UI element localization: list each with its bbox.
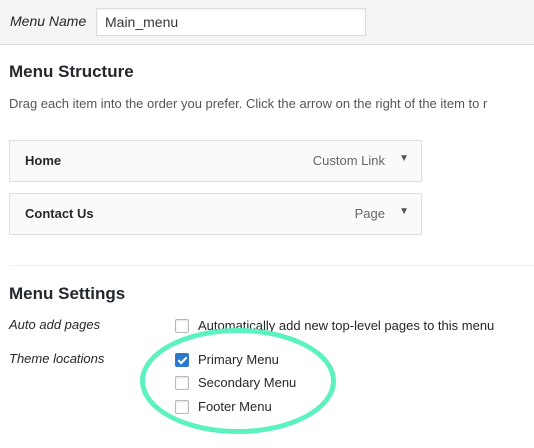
secondary-menu-label[interactable]: Secondary Menu bbox=[198, 375, 296, 390]
auto-add-pages-label: Auto add pages bbox=[9, 317, 101, 332]
auto-add-pages-checkbox[interactable] bbox=[175, 319, 189, 333]
primary-menu-checkbox[interactable] bbox=[175, 353, 189, 367]
menu-name-label: Menu Name bbox=[10, 13, 87, 29]
primary-menu-label[interactable]: Primary Menu bbox=[198, 352, 279, 367]
menu-item-title: Home bbox=[25, 153, 62, 168]
section-divider bbox=[9, 265, 534, 266]
menu-structure-instructions: Drag each item into the order you prefer… bbox=[9, 96, 488, 111]
menu-item-contact-us[interactable]: Contact Us Page ▼ bbox=[9, 193, 422, 235]
menu-item-type: Page bbox=[354, 206, 385, 221]
menu-name-bar: Menu Name bbox=[0, 0, 534, 45]
theme-locations-label: Theme locations bbox=[9, 351, 105, 366]
menu-item-home[interactable]: Home Custom Link ▼ bbox=[9, 140, 422, 182]
footer-menu-checkbox[interactable] bbox=[175, 400, 189, 414]
auto-add-pages-option-label[interactable]: Automatically add new top-level pages to… bbox=[198, 318, 494, 333]
menu-item-title: Contact Us bbox=[25, 206, 94, 221]
menu-item-type: Custom Link bbox=[312, 153, 385, 168]
menu-name-input[interactable] bbox=[96, 8, 366, 36]
triangle-down-icon[interactable]: ▼ bbox=[399, 206, 409, 217]
footer-menu-label[interactable]: Footer Menu bbox=[198, 399, 272, 414]
menu-structure-title: Menu Structure bbox=[9, 62, 134, 81]
menu-settings-title: Menu Settings bbox=[9, 284, 126, 303]
secondary-menu-checkbox[interactable] bbox=[175, 376, 189, 390]
triangle-down-icon[interactable]: ▼ bbox=[399, 153, 409, 164]
